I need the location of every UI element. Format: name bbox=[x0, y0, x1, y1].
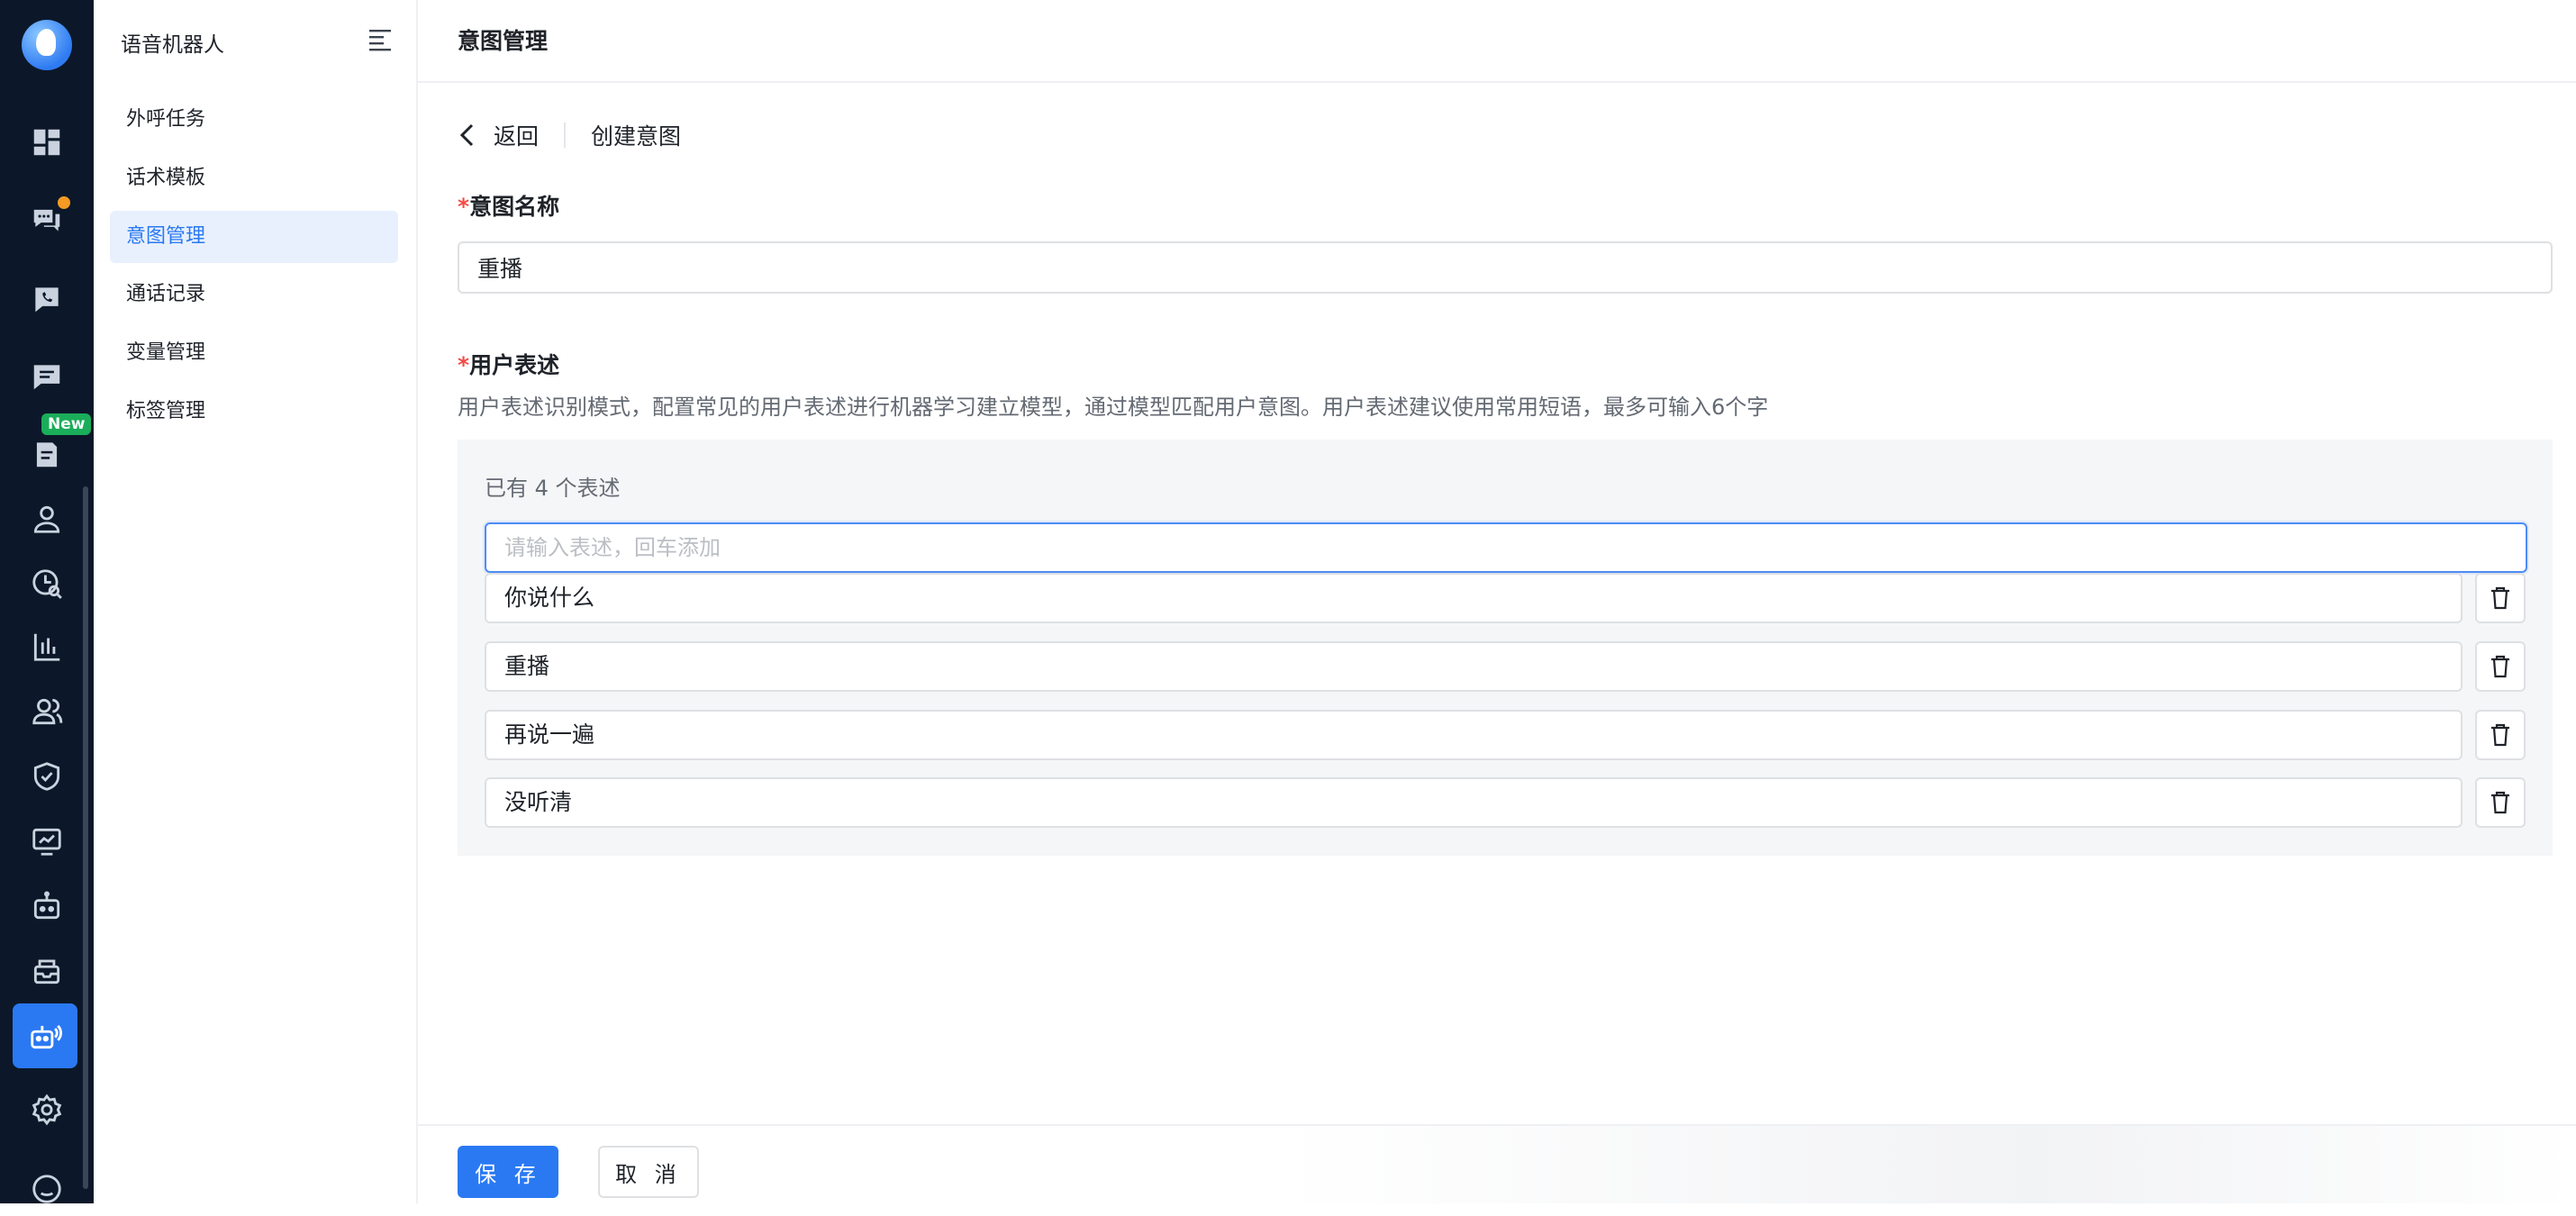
required-mark: * bbox=[458, 352, 470, 378]
user-icon[interactable] bbox=[20, 492, 74, 546]
menu-item-label: 通话记录 bbox=[126, 283, 206, 305]
menu-item-label: 意图管理 bbox=[126, 225, 206, 248]
side-menu: 语音机器人 外呼任务 话术模板 意图管理 通话记录 变量管理 标签管理 bbox=[94, 0, 418, 1203]
phone-chat-icon[interactable] bbox=[20, 272, 74, 326]
expression-count: 已有 4 个表述 bbox=[485, 476, 621, 501]
inbox-icon[interactable] bbox=[20, 944, 74, 998]
expression-field[interactable]: 再说一遍 bbox=[485, 710, 2463, 760]
chat-bubbles-icon[interactable] bbox=[20, 193, 74, 247]
clock-search-icon[interactable] bbox=[20, 557, 74, 611]
delete-button[interactable] bbox=[2475, 777, 2526, 828]
user-expr-help-text: 用户表述识别模式，配置常见的用户表述进行机器学习建立模型，通过模型匹配用户意图。… bbox=[458, 395, 1769, 420]
delete-button[interactable] bbox=[2475, 641, 2526, 692]
breadcrumb: 返回 创建意图 bbox=[458, 117, 681, 153]
expression-row: 你说什么 bbox=[485, 573, 2553, 623]
menu-item-label: 外呼任务 bbox=[126, 108, 206, 131]
intent-name-input[interactable] bbox=[458, 241, 2553, 294]
voice-robot-icon[interactable] bbox=[13, 1003, 77, 1068]
required-mark: * bbox=[458, 194, 470, 220]
app-logo[interactable] bbox=[22, 20, 72, 70]
expression-panel: 已有 4 个表述 你说什么 重播 再说一遍 没听清 bbox=[458, 440, 2553, 856]
page-header: 意图管理 bbox=[418, 0, 2576, 83]
expression-row: 重播 bbox=[485, 641, 2553, 692]
trash-icon bbox=[2491, 723, 2509, 747]
icon-rail: New bbox=[0, 0, 94, 1203]
bar-chart-icon[interactable] bbox=[20, 620, 74, 674]
page-title: 意图管理 bbox=[458, 28, 549, 54]
notification-badge bbox=[56, 195, 72, 211]
expression-field[interactable]: 没听清 bbox=[485, 777, 2463, 828]
trash-icon bbox=[2491, 655, 2509, 678]
delete-button[interactable] bbox=[2475, 573, 2526, 623]
expression-row: 再说一遍 bbox=[485, 710, 2553, 760]
delete-button[interactable] bbox=[2475, 710, 2526, 760]
form-footer: 保 存 取 消 bbox=[418, 1124, 2576, 1203]
expression-input[interactable] bbox=[485, 522, 2527, 573]
chat-circle-icon[interactable] bbox=[20, 1162, 74, 1216]
intent-name-label-text: 意图名称 bbox=[469, 194, 560, 220]
cancel-button[interactable]: 取 消 bbox=[598, 1146, 699, 1198]
save-button[interactable]: 保 存 bbox=[458, 1146, 558, 1198]
menu-item-outbound-tasks[interactable]: 外呼任务 bbox=[110, 94, 398, 146]
back-button[interactable]: 返回 bbox=[458, 119, 539, 151]
document-icon[interactable] bbox=[20, 427, 74, 481]
shield-check-icon[interactable] bbox=[20, 749, 74, 803]
chevron-left-icon bbox=[459, 123, 474, 147]
breadcrumb-divider bbox=[564, 123, 567, 148]
collapse-menu-icon[interactable] bbox=[367, 27, 395, 52]
expression-field[interactable]: 你说什么 bbox=[485, 573, 2463, 623]
intent-name-label: *意图名称 bbox=[458, 189, 559, 222]
menu-item-variable-management[interactable]: 变量管理 bbox=[110, 327, 398, 379]
breadcrumb-current: 创建意图 bbox=[591, 123, 682, 150]
expression-row: 没听清 bbox=[485, 777, 2553, 828]
dashboard-icon[interactable] bbox=[20, 115, 74, 169]
menu-item-script-templates[interactable]: 话术模板 bbox=[110, 152, 398, 204]
back-label: 返回 bbox=[494, 123, 540, 150]
robot-icon[interactable] bbox=[20, 879, 74, 933]
menu-item-label: 变量管理 bbox=[126, 341, 206, 364]
menu-item-intent-management[interactable]: 意图管理 bbox=[110, 211, 398, 263]
trash-icon bbox=[2491, 791, 2509, 814]
trash-icon bbox=[2491, 586, 2509, 610]
settings-icon[interactable] bbox=[20, 1083, 74, 1137]
menu-item-label: 标签管理 bbox=[126, 400, 206, 422]
new-badge: New bbox=[41, 413, 92, 435]
menu-item-label: 话术模板 bbox=[126, 167, 206, 189]
user-expr-label-text: 用户表述 bbox=[469, 352, 560, 378]
message-icon[interactable] bbox=[20, 349, 74, 404]
menu-item-call-records[interactable]: 通话记录 bbox=[110, 268, 398, 321]
monitor-chart-icon[interactable] bbox=[20, 814, 74, 868]
main-content: 意图管理 返回 创建意图 *意图名称 *用户表述 用户表述识别模式，配置常见的用… bbox=[418, 0, 2576, 1203]
rail-scrollbar[interactable] bbox=[83, 486, 88, 1189]
users-icon[interactable] bbox=[20, 685, 74, 739]
menu-title: 语音机器人 bbox=[121, 33, 224, 57]
expression-field[interactable]: 重播 bbox=[485, 641, 2463, 692]
user-expr-label: *用户表述 bbox=[458, 348, 559, 380]
menu-item-tag-management[interactable]: 标签管理 bbox=[110, 386, 398, 438]
